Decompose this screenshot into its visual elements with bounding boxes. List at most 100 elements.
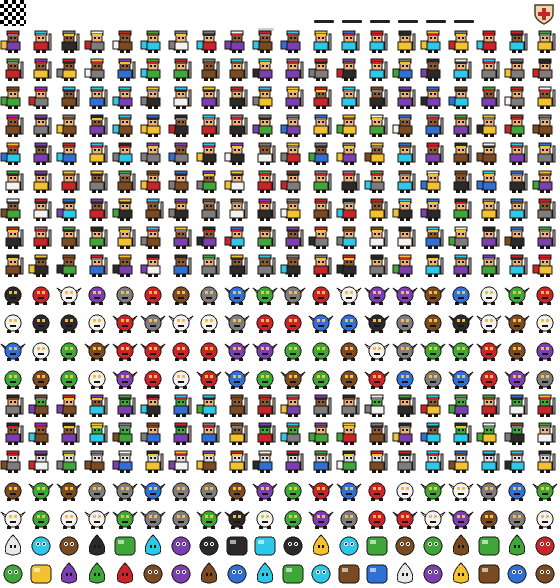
monster-sprite-icon bbox=[336, 280, 362, 306]
monster-sprite-icon bbox=[420, 336, 446, 362]
monster-sprite-icon bbox=[308, 308, 334, 334]
monster-sprite-icon bbox=[28, 280, 54, 306]
humanoid-sprite-icon bbox=[504, 168, 530, 194]
monster-sprite-icon bbox=[140, 476, 166, 502]
slime-sprite-icon bbox=[252, 532, 278, 558]
humanoid-sprite-icon bbox=[56, 84, 82, 110]
humanoid-sprite-icon bbox=[336, 392, 362, 418]
humanoid-sprite-icon bbox=[84, 28, 110, 54]
monster-sprite-icon bbox=[476, 308, 502, 334]
humanoid-sprite-icon bbox=[476, 56, 502, 82]
humanoid-sprite-icon bbox=[28, 224, 54, 250]
monster-sprite-icon bbox=[336, 364, 362, 390]
humanoid-sprite-icon bbox=[28, 28, 54, 54]
monster-sprite-icon bbox=[308, 476, 334, 502]
monster-sprite-icon bbox=[168, 504, 194, 530]
humanoid-sprite-icon bbox=[364, 392, 390, 418]
slime-sprite-icon bbox=[532, 560, 558, 586]
humanoid-sprite-icon bbox=[532, 420, 558, 446]
humanoid-sprite-icon bbox=[0, 28, 26, 54]
humanoid-sprite-icon bbox=[252, 140, 278, 166]
monster-sprite-icon bbox=[84, 476, 110, 502]
humanoid-sprite-icon bbox=[252, 28, 278, 54]
monster-sprite-icon bbox=[56, 308, 82, 334]
humanoid-sprite-icon bbox=[336, 84, 362, 110]
humanoid-sprite-icon bbox=[336, 448, 362, 474]
humanoid-sprite-icon bbox=[336, 196, 362, 222]
humanoid-sprite-icon bbox=[280, 168, 306, 194]
monster-sprite-icon bbox=[532, 308, 558, 334]
humanoid-sprite-icon bbox=[504, 140, 530, 166]
humanoid-sprite-icon bbox=[196, 196, 222, 222]
slime-sprite-icon bbox=[56, 560, 82, 586]
humanoid-sprite-icon bbox=[0, 84, 26, 110]
monster-sprite-icon bbox=[280, 364, 306, 390]
humanoid-sprite-icon bbox=[280, 84, 306, 110]
monster-sprite-icon bbox=[364, 476, 390, 502]
humanoid-sprite-icon bbox=[336, 224, 362, 250]
humanoid-sprite-icon bbox=[56, 28, 82, 54]
slime-sprite-icon bbox=[280, 532, 306, 558]
humanoid-sprite-icon bbox=[140, 252, 166, 278]
humanoid-sprite-icon bbox=[504, 56, 530, 82]
slime-sprite-icon bbox=[0, 532, 26, 558]
humanoid-sprite-icon bbox=[308, 392, 334, 418]
monster-sprite-icon bbox=[532, 280, 558, 306]
humanoid-sprite-icon bbox=[448, 168, 474, 194]
humanoid-sprite-icon bbox=[168, 196, 194, 222]
monster-sprite-icon bbox=[112, 364, 138, 390]
humanoid-sprite-icon bbox=[364, 420, 390, 446]
monster-sprite-icon bbox=[28, 476, 54, 502]
humanoid-sprite-icon bbox=[0, 448, 26, 474]
humanoid-sprite-icon bbox=[168, 84, 194, 110]
monster-sprite-icon bbox=[420, 504, 446, 530]
humanoid-sprite-icon bbox=[140, 84, 166, 110]
humanoid-sprite-icon bbox=[168, 112, 194, 138]
humanoid-sprite-icon bbox=[168, 420, 194, 446]
monster-sprite-icon bbox=[364, 504, 390, 530]
monster-sprite-icon bbox=[420, 364, 446, 390]
monster-sprite-icon bbox=[84, 280, 110, 306]
humanoid-sprite-icon bbox=[140, 112, 166, 138]
monster-sprite-icon bbox=[532, 476, 558, 502]
monster-sprite-icon bbox=[56, 504, 82, 530]
monster-sprite-icon bbox=[420, 476, 446, 502]
humanoid-sprite-icon bbox=[140, 56, 166, 82]
humanoid-sprite-icon bbox=[532, 224, 558, 250]
humanoid-sprite-icon bbox=[56, 168, 82, 194]
slime-sprite-icon bbox=[84, 560, 110, 586]
monster-sprite-icon bbox=[392, 336, 418, 362]
humanoid-sprite-icon bbox=[532, 140, 558, 166]
humanoid-sprite-icon bbox=[392, 112, 418, 138]
humanoid-sprite-icon bbox=[196, 112, 222, 138]
humanoid-sprite-icon bbox=[224, 112, 250, 138]
humanoid-sprite-icon bbox=[504, 224, 530, 250]
monster-sprite-icon bbox=[364, 308, 390, 334]
humanoid-sprite-icon bbox=[56, 140, 82, 166]
humanoid-sprite-icon bbox=[448, 112, 474, 138]
monster-sprite-icon bbox=[308, 280, 334, 306]
slime-sprite-icon bbox=[392, 560, 418, 586]
humanoid-sprite-icon bbox=[84, 392, 110, 418]
humanoid-sprite-icon bbox=[28, 252, 54, 278]
monster-sprite-icon bbox=[56, 476, 82, 502]
humanoid-sprite-icon bbox=[28, 196, 54, 222]
humanoid-sprite-icon bbox=[476, 224, 502, 250]
humanoid-sprite-icon bbox=[420, 84, 446, 110]
humanoid-sprite-icon bbox=[448, 56, 474, 82]
humanoid-sprite-icon bbox=[56, 196, 82, 222]
monster-sprite-icon bbox=[0, 504, 26, 530]
humanoid-sprite-icon bbox=[308, 252, 334, 278]
humanoid-sprite-icon bbox=[504, 196, 530, 222]
humanoid-sprite-icon bbox=[364, 28, 390, 54]
humanoid-sprite-icon bbox=[392, 224, 418, 250]
humanoid-sprite-icon bbox=[140, 196, 166, 222]
humanoid-sprite-icon bbox=[476, 168, 502, 194]
monster-sprite-icon bbox=[336, 336, 362, 362]
monster-sprite-icon bbox=[364, 336, 390, 362]
monster-sprite-icon bbox=[308, 336, 334, 362]
humanoid-sprite-icon bbox=[140, 168, 166, 194]
humanoid-sprite-icon bbox=[308, 84, 334, 110]
monster-sprite-icon bbox=[28, 364, 54, 390]
humanoid-sprite-icon bbox=[112, 420, 138, 446]
